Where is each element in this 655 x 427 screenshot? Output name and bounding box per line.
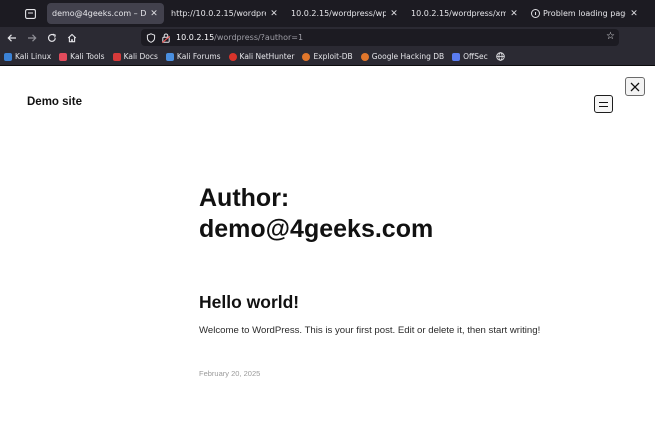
tab-overview-icon[interactable] bbox=[22, 6, 38, 21]
tab-title: 10.0.2.15/wordpress/xmlrpc bbox=[411, 9, 506, 18]
tab-close-icon[interactable]: ✕ bbox=[149, 9, 159, 19]
forward-arrow-icon[interactable] bbox=[24, 30, 39, 45]
tab-close-icon[interactable]: ✕ bbox=[389, 9, 399, 19]
bookmark-kali-linux[interactable]: Kali Linux bbox=[4, 52, 51, 61]
bookmark-exploit-db[interactable]: Exploit-DB bbox=[302, 52, 353, 61]
web-page: Demo site Author: demo@4geeks.com Hello … bbox=[0, 67, 655, 427]
bookmark-kali-tools[interactable]: Kali Tools bbox=[59, 52, 105, 61]
bookmark-kali-nethunter[interactable]: Kali NetHunter bbox=[228, 52, 295, 61]
tab-title: http://10.0.2.15/wordpress/ bbox=[171, 9, 266, 18]
back-arrow-icon[interactable] bbox=[4, 30, 19, 45]
tab-title: 10.0.2.15/wordpress/wp-co bbox=[291, 9, 386, 18]
globe-icon bbox=[495, 52, 505, 61]
hamburger-icon bbox=[599, 101, 608, 107]
url-path: /wordpress/?author=1 bbox=[214, 33, 304, 42]
kali-tools-icon bbox=[59, 52, 68, 61]
menu-button[interactable] bbox=[594, 95, 613, 113]
tab-close-icon[interactable]: ✕ bbox=[269, 9, 279, 19]
close-icon bbox=[630, 82, 640, 91]
bookmark-label: Kali Docs bbox=[123, 52, 158, 61]
bookmark-kali-docs[interactable]: Kali Docs bbox=[112, 52, 158, 61]
kali-docs-icon bbox=[112, 52, 121, 61]
bookmark-label: Exploit-DB bbox=[313, 52, 353, 61]
bookmark-label: Google Hacking DB bbox=[371, 52, 445, 61]
bookmark-kali-forums[interactable]: Kali Forums bbox=[165, 52, 221, 61]
post-title[interactable]: Hello world! bbox=[199, 292, 299, 313]
tab-bar: demo@4geeks.com – Demo ✕ http://10.0.2.1… bbox=[0, 0, 655, 27]
address-bar[interactable]: 10.0.2.15/wordpress/?author=1 ☆ bbox=[141, 29, 619, 46]
bookmark-globe[interactable] bbox=[495, 52, 505, 61]
info-icon bbox=[531, 9, 540, 18]
reload-icon[interactable] bbox=[44, 30, 59, 45]
bookmark-label: Kali NetHunter bbox=[239, 52, 295, 61]
tab-author-page[interactable]: demo@4geeks.com – Demo ✕ bbox=[47, 3, 164, 24]
tab-problem-loading[interactable]: Problem loading page ✕ bbox=[526, 3, 644, 24]
insecure-lock-icon[interactable] bbox=[162, 33, 170, 43]
home-icon[interactable] bbox=[64, 30, 79, 45]
bookmark-google-hacking-db[interactable]: Google Hacking DB bbox=[360, 52, 445, 61]
archive-author-name: demo@4geeks.com bbox=[199, 215, 434, 243]
tab-title: Problem loading page bbox=[543, 9, 626, 18]
bookmark-label: Kali Linux bbox=[15, 52, 52, 61]
kali-forums-icon bbox=[165, 52, 174, 61]
tab-title: demo@4geeks.com – Demo bbox=[52, 9, 146, 18]
tab-close-icon[interactable]: ✕ bbox=[509, 9, 519, 19]
archive-title-prefix: Author: bbox=[199, 184, 290, 212]
bookmark-star-icon[interactable]: ☆ bbox=[606, 31, 615, 42]
archive-title: Author: demo@4geeks.com bbox=[199, 183, 599, 245]
post-date[interactable]: February 20, 2025 bbox=[199, 369, 260, 378]
site-title[interactable]: Demo site bbox=[27, 96, 82, 108]
post-excerpt: Welcome to WordPress. This is your first… bbox=[199, 325, 541, 336]
bookmark-label: Kali Tools bbox=[70, 52, 105, 61]
bookmark-label: Kali Forums bbox=[176, 52, 221, 61]
url-host: 10.0.2.15 bbox=[176, 33, 215, 42]
bookmark-offsec[interactable]: OffSec bbox=[452, 52, 488, 61]
close-button[interactable] bbox=[625, 77, 645, 96]
tab-wordpress[interactable]: http://10.0.2.15/wordpress/ ✕ bbox=[166, 3, 284, 24]
kali-icon bbox=[4, 52, 12, 61]
bookmark-label: OffSec bbox=[463, 52, 488, 61]
navigation-toolbar: 10.0.2.15/wordpress/?author=1 ☆ bbox=[0, 27, 655, 48]
exploit-db-icon bbox=[302, 52, 311, 61]
ghdb-icon bbox=[360, 52, 369, 61]
offsec-icon bbox=[452, 52, 461, 61]
tab-wp-content[interactable]: 10.0.2.15/wordpress/wp-co ✕ bbox=[286, 3, 404, 24]
tab-close-icon[interactable]: ✕ bbox=[629, 9, 639, 19]
bookmarks-toolbar: Kali Linux Kali Tools Kali Docs Kali For… bbox=[0, 48, 655, 66]
tab-xmlrpc[interactable]: 10.0.2.15/wordpress/xmlrpc ✕ bbox=[406, 3, 524, 24]
shield-icon[interactable] bbox=[146, 32, 156, 43]
nethunter-icon bbox=[228, 52, 237, 61]
